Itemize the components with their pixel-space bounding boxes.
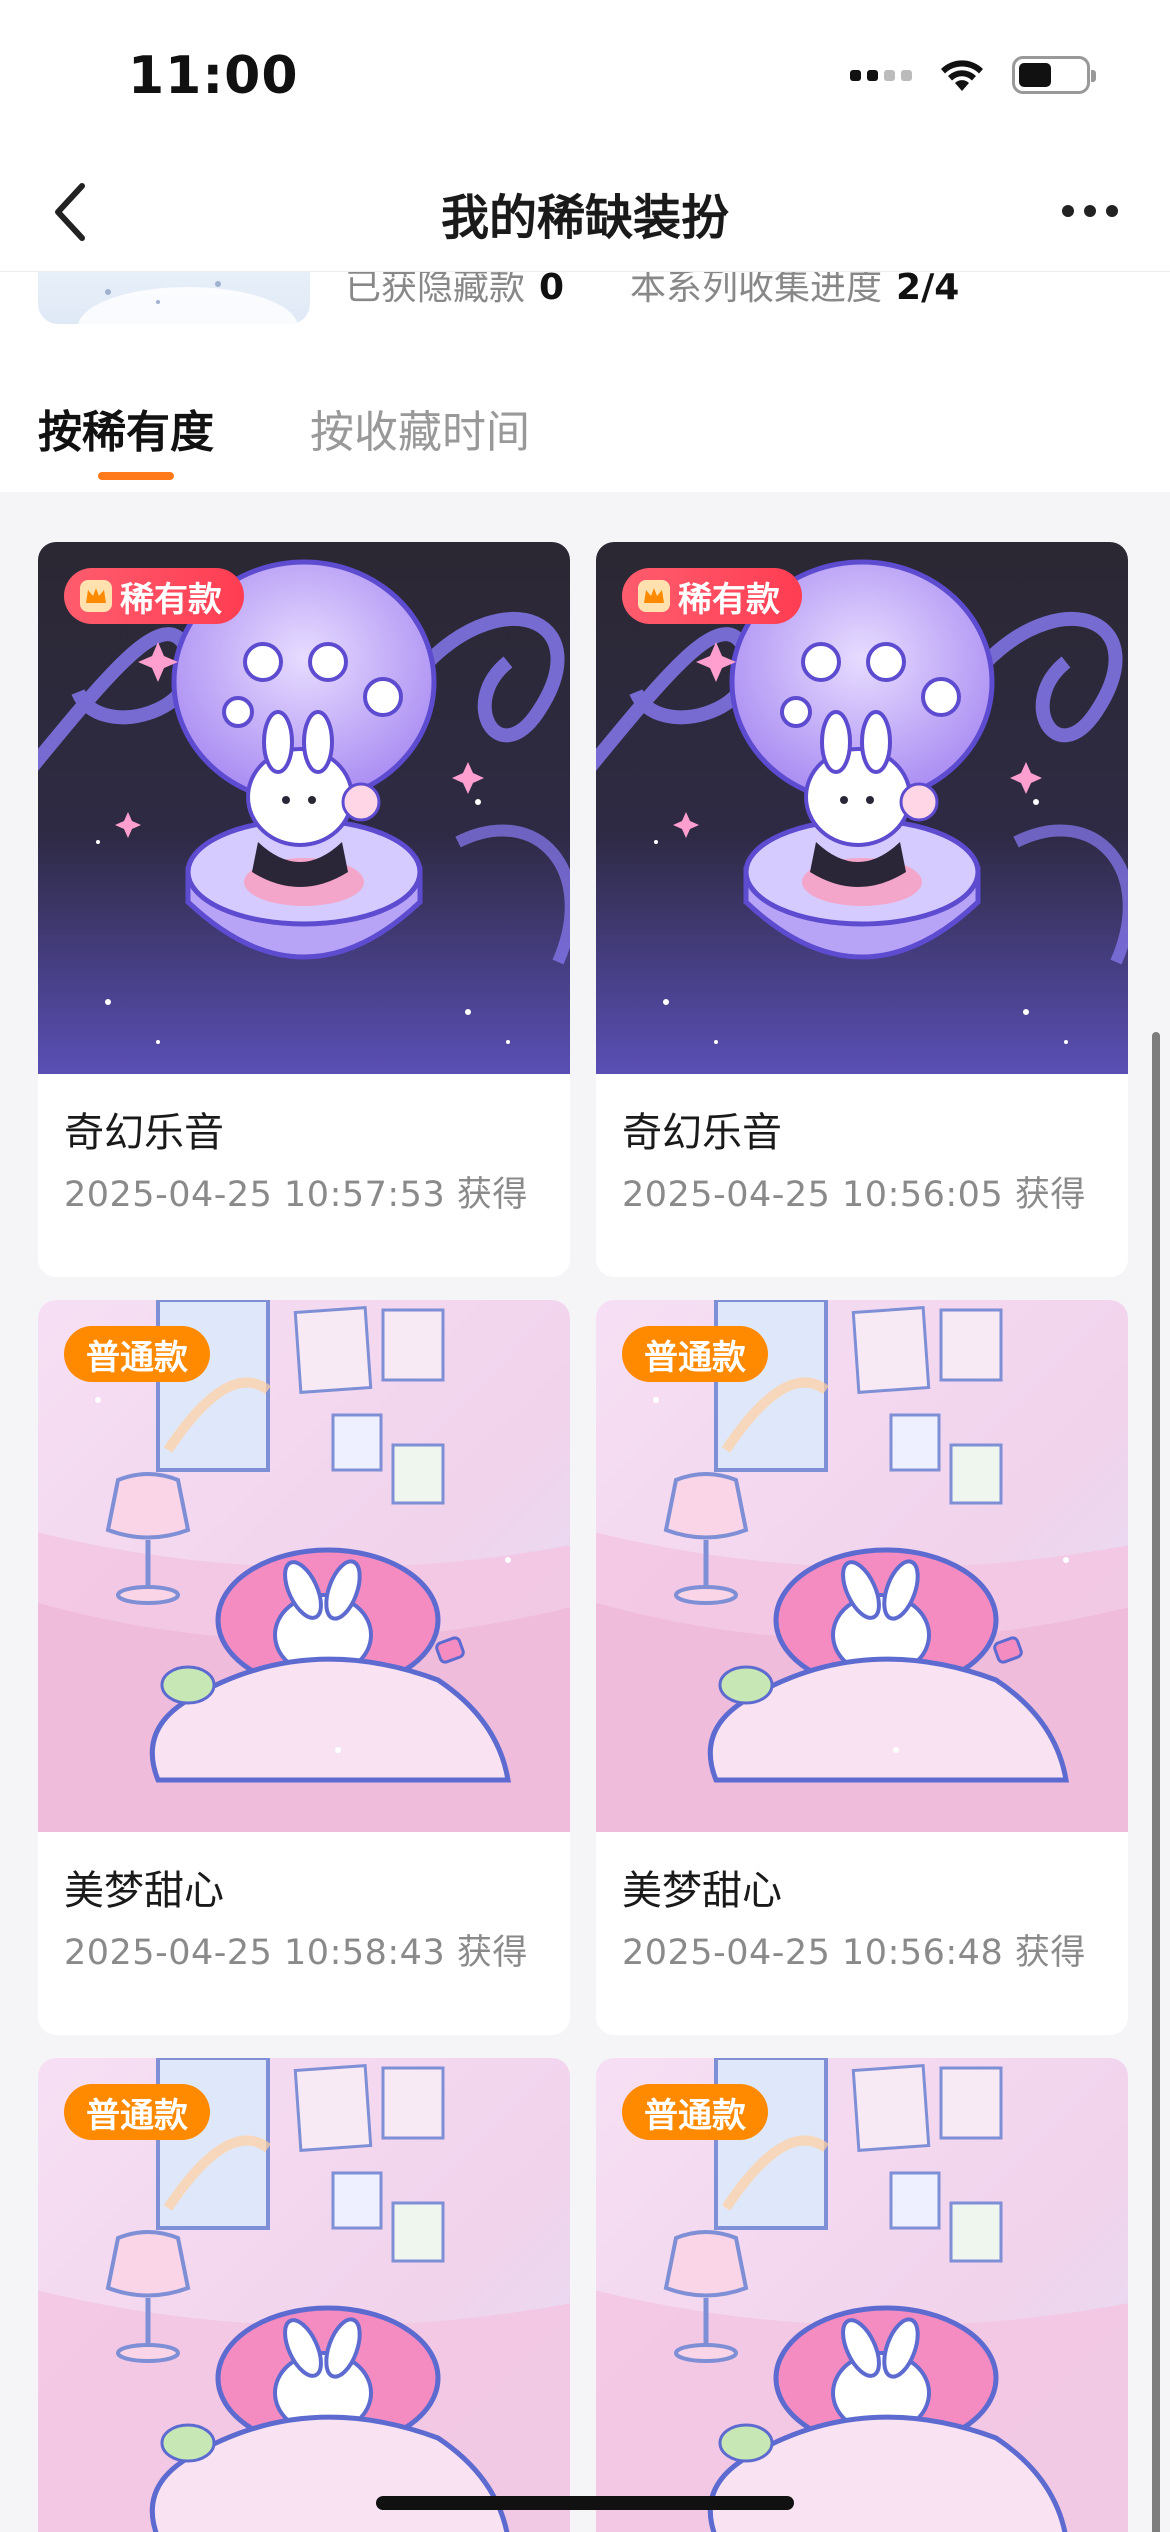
outfit-card[interactable]: 普通款 [596, 2058, 1128, 2532]
status-time: 11:00 [128, 46, 299, 106]
rarity-badge: 普通款 [622, 2084, 768, 2140]
outfit-grid: 稀有款 奇幻乐音 2025-04-25 10:57:53 获得 稀有款 奇幻乐音… [0, 492, 1170, 2532]
obtained-time: 2025-04-25 10:56:48 获得 [622, 1933, 1086, 1973]
page-title: 我的稀缺装扮 [440, 190, 729, 246]
sort-tabs: 按稀有度 按收藏时间 [0, 332, 1170, 492]
outfit-title: 美梦甜心 [64, 1868, 224, 1914]
rarity-badge: 普通款 [64, 2084, 210, 2140]
hidden-count: 已获隐藏款 0 [345, 272, 565, 308]
scrollbar[interactable] [1152, 1032, 1160, 2532]
outfit-image-sleeping-bunny: 普通款 [596, 1300, 1128, 1832]
tab-by-collect-time[interactable]: 按收藏时间 [310, 396, 530, 460]
battery-icon [1012, 56, 1096, 94]
status-icons [850, 56, 1096, 94]
outfit-card[interactable]: 普通款 美梦甜心 2025-04-25 10:58:43 获得 [38, 1300, 570, 2035]
status-bar: 11:00 [0, 0, 1170, 150]
outfit-image-music-box: 稀有款 [38, 542, 570, 1074]
outfit-image-sleeping-bunny: 普通款 [38, 1300, 570, 1832]
obtained-time: 2025-04-25 10:57:53 获得 [64, 1175, 528, 1215]
active-tab-indicator [98, 472, 174, 480]
home-indicator[interactable] [376, 2496, 794, 2510]
outfit-card[interactable]: 稀有款 奇幻乐音 2025-04-25 10:57:53 获得 [38, 542, 570, 1277]
outfit-image-sleeping-bunny: 普通款 [596, 2058, 1128, 2532]
crown-icon [636, 578, 672, 614]
collection-progress: 本系列收集进度 2/4 [630, 272, 960, 308]
more-dot-icon [1062, 205, 1074, 217]
rarity-badge: 普通款 [64, 1326, 210, 1382]
outfit-image-sleeping-bunny: 普通款 [38, 2058, 570, 2532]
tab-by-rarity[interactable]: 按稀有度 [38, 396, 214, 460]
more-dot-icon [1106, 205, 1118, 217]
outfit-title: 奇幻乐音 [64, 1110, 224, 1156]
rarity-badge: 稀有款 [622, 568, 802, 624]
obtained-time: 2025-04-25 10:56:05 获得 [622, 1175, 1086, 1215]
outfit-card[interactable]: 普通款 美梦甜心 2025-04-25 10:56:48 获得 [596, 1300, 1128, 2035]
outfit-title: 美梦甜心 [622, 1868, 782, 1914]
nav-bar: 我的稀缺装扮 [0, 150, 1170, 272]
more-dot-icon [1084, 205, 1096, 217]
outfit-card[interactable]: 普通款 [38, 2058, 570, 2532]
outfit-image-music-box: 稀有款 [596, 542, 1128, 1074]
rarity-badge: 普通款 [622, 1326, 768, 1382]
series-thumbnail [38, 272, 310, 324]
outfit-card[interactable]: 稀有款 奇幻乐音 2025-04-25 10:56:05 获得 [596, 542, 1128, 1277]
crown-icon [78, 578, 114, 614]
series-summary: 已获隐藏款 0 本系列收集进度 2/4 [0, 272, 1170, 332]
rarity-badge: 稀有款 [64, 568, 244, 624]
more-options-button[interactable] [1050, 186, 1130, 236]
wifi-icon [941, 60, 983, 91]
outfit-title: 奇幻乐音 [622, 1110, 782, 1156]
cellular-signal-icon [850, 69, 912, 81]
obtained-time: 2025-04-25 10:58:43 获得 [64, 1933, 528, 1973]
